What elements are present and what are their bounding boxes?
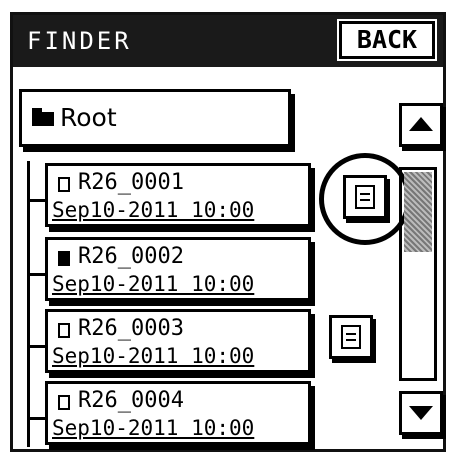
file-date: Sep10-2011 10:00	[52, 416, 255, 440]
root-label: Root	[60, 103, 117, 132]
tree-branch	[27, 199, 45, 202]
file-icon	[58, 177, 70, 192]
file-date: Sep10-2011 10:00	[52, 344, 255, 368]
file-icon	[58, 323, 70, 338]
tree-branch	[27, 273, 45, 276]
finder-window: FINDER BACK Root R26_0001 Sep10-2011 10:…	[10, 12, 446, 452]
document-icon	[341, 325, 361, 349]
file-item[interactable]: R26_0004 Sep10-2011 10:00	[45, 381, 311, 445]
file-name: R26_0003	[78, 316, 184, 341]
file-name: R26_0004	[78, 388, 184, 413]
file-date: Sep10-2011 10:00	[52, 272, 255, 296]
file-item[interactable]: R26_0001 Sep10-2011 10:00	[45, 163, 311, 227]
file-name: R26_0001	[78, 170, 184, 195]
file-detail-button[interactable]	[329, 315, 373, 359]
file-locked-icon	[58, 251, 70, 266]
title-bar: FINDER BACK	[13, 15, 443, 67]
file-date: Sep10-2011 10:00	[52, 198, 255, 222]
file-icon	[58, 395, 70, 410]
scroll-up-button[interactable]	[399, 103, 443, 147]
scroll-down-button[interactable]	[399, 391, 443, 435]
folder-icon	[32, 108, 54, 126]
highlight-ring	[319, 153, 411, 245]
root-folder-button[interactable]: Root	[19, 89, 291, 147]
scrollbar-thumb[interactable]	[404, 172, 432, 252]
file-name: R26_0002	[78, 244, 184, 269]
window-title: FINDER	[27, 27, 132, 55]
arrow-down-icon	[409, 406, 433, 420]
back-button[interactable]: BACK	[337, 19, 437, 61]
file-item[interactable]: R26_0002 Sep10-2011 10:00	[45, 237, 311, 301]
arrow-up-icon	[409, 117, 433, 131]
tree-branch	[27, 417, 45, 420]
scrollbar-track[interactable]	[399, 167, 437, 381]
tree-branch	[27, 345, 45, 348]
file-item[interactable]: R26_0003 Sep10-2011 10:00	[45, 309, 311, 373]
tree-line	[27, 161, 30, 447]
